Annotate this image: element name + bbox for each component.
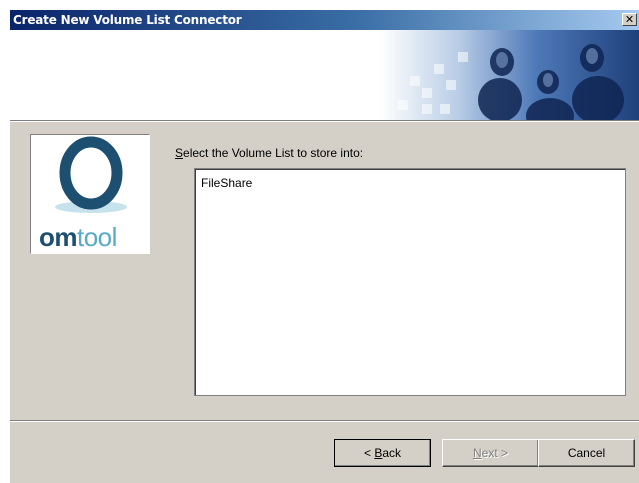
window-title: Create New Volume List Connector (13, 13, 242, 27)
banner-divider-highlight (10, 121, 639, 122)
omtool-logo: omtool (30, 134, 150, 254)
close-icon: ✕ (624, 13, 635, 26)
next-button[interactable]: Next > (442, 439, 539, 467)
banner-people-image (380, 30, 639, 120)
omtool-wordmark: omtool (39, 222, 117, 252)
close-button[interactable]: ✕ (622, 13, 637, 26)
volume-list-listbox[interactable]: FileShare (194, 168, 626, 396)
cancel-button[interactable]: Cancel (538, 439, 635, 467)
list-item[interactable]: FileShare (201, 176, 252, 190)
volume-list-label: Select the Volume List to store into: (175, 146, 364, 160)
back-button[interactable]: < Back (334, 439, 431, 467)
title-bar[interactable]: Create New Volume List Connector ✕ (10, 10, 639, 30)
footer-divider-highlight (10, 421, 639, 422)
wizard-banner (10, 30, 639, 120)
wizard-dialog: Create New Volume List Connector ✕ omtoo… (9, 9, 639, 483)
omtool-ring-icon (55, 136, 127, 213)
